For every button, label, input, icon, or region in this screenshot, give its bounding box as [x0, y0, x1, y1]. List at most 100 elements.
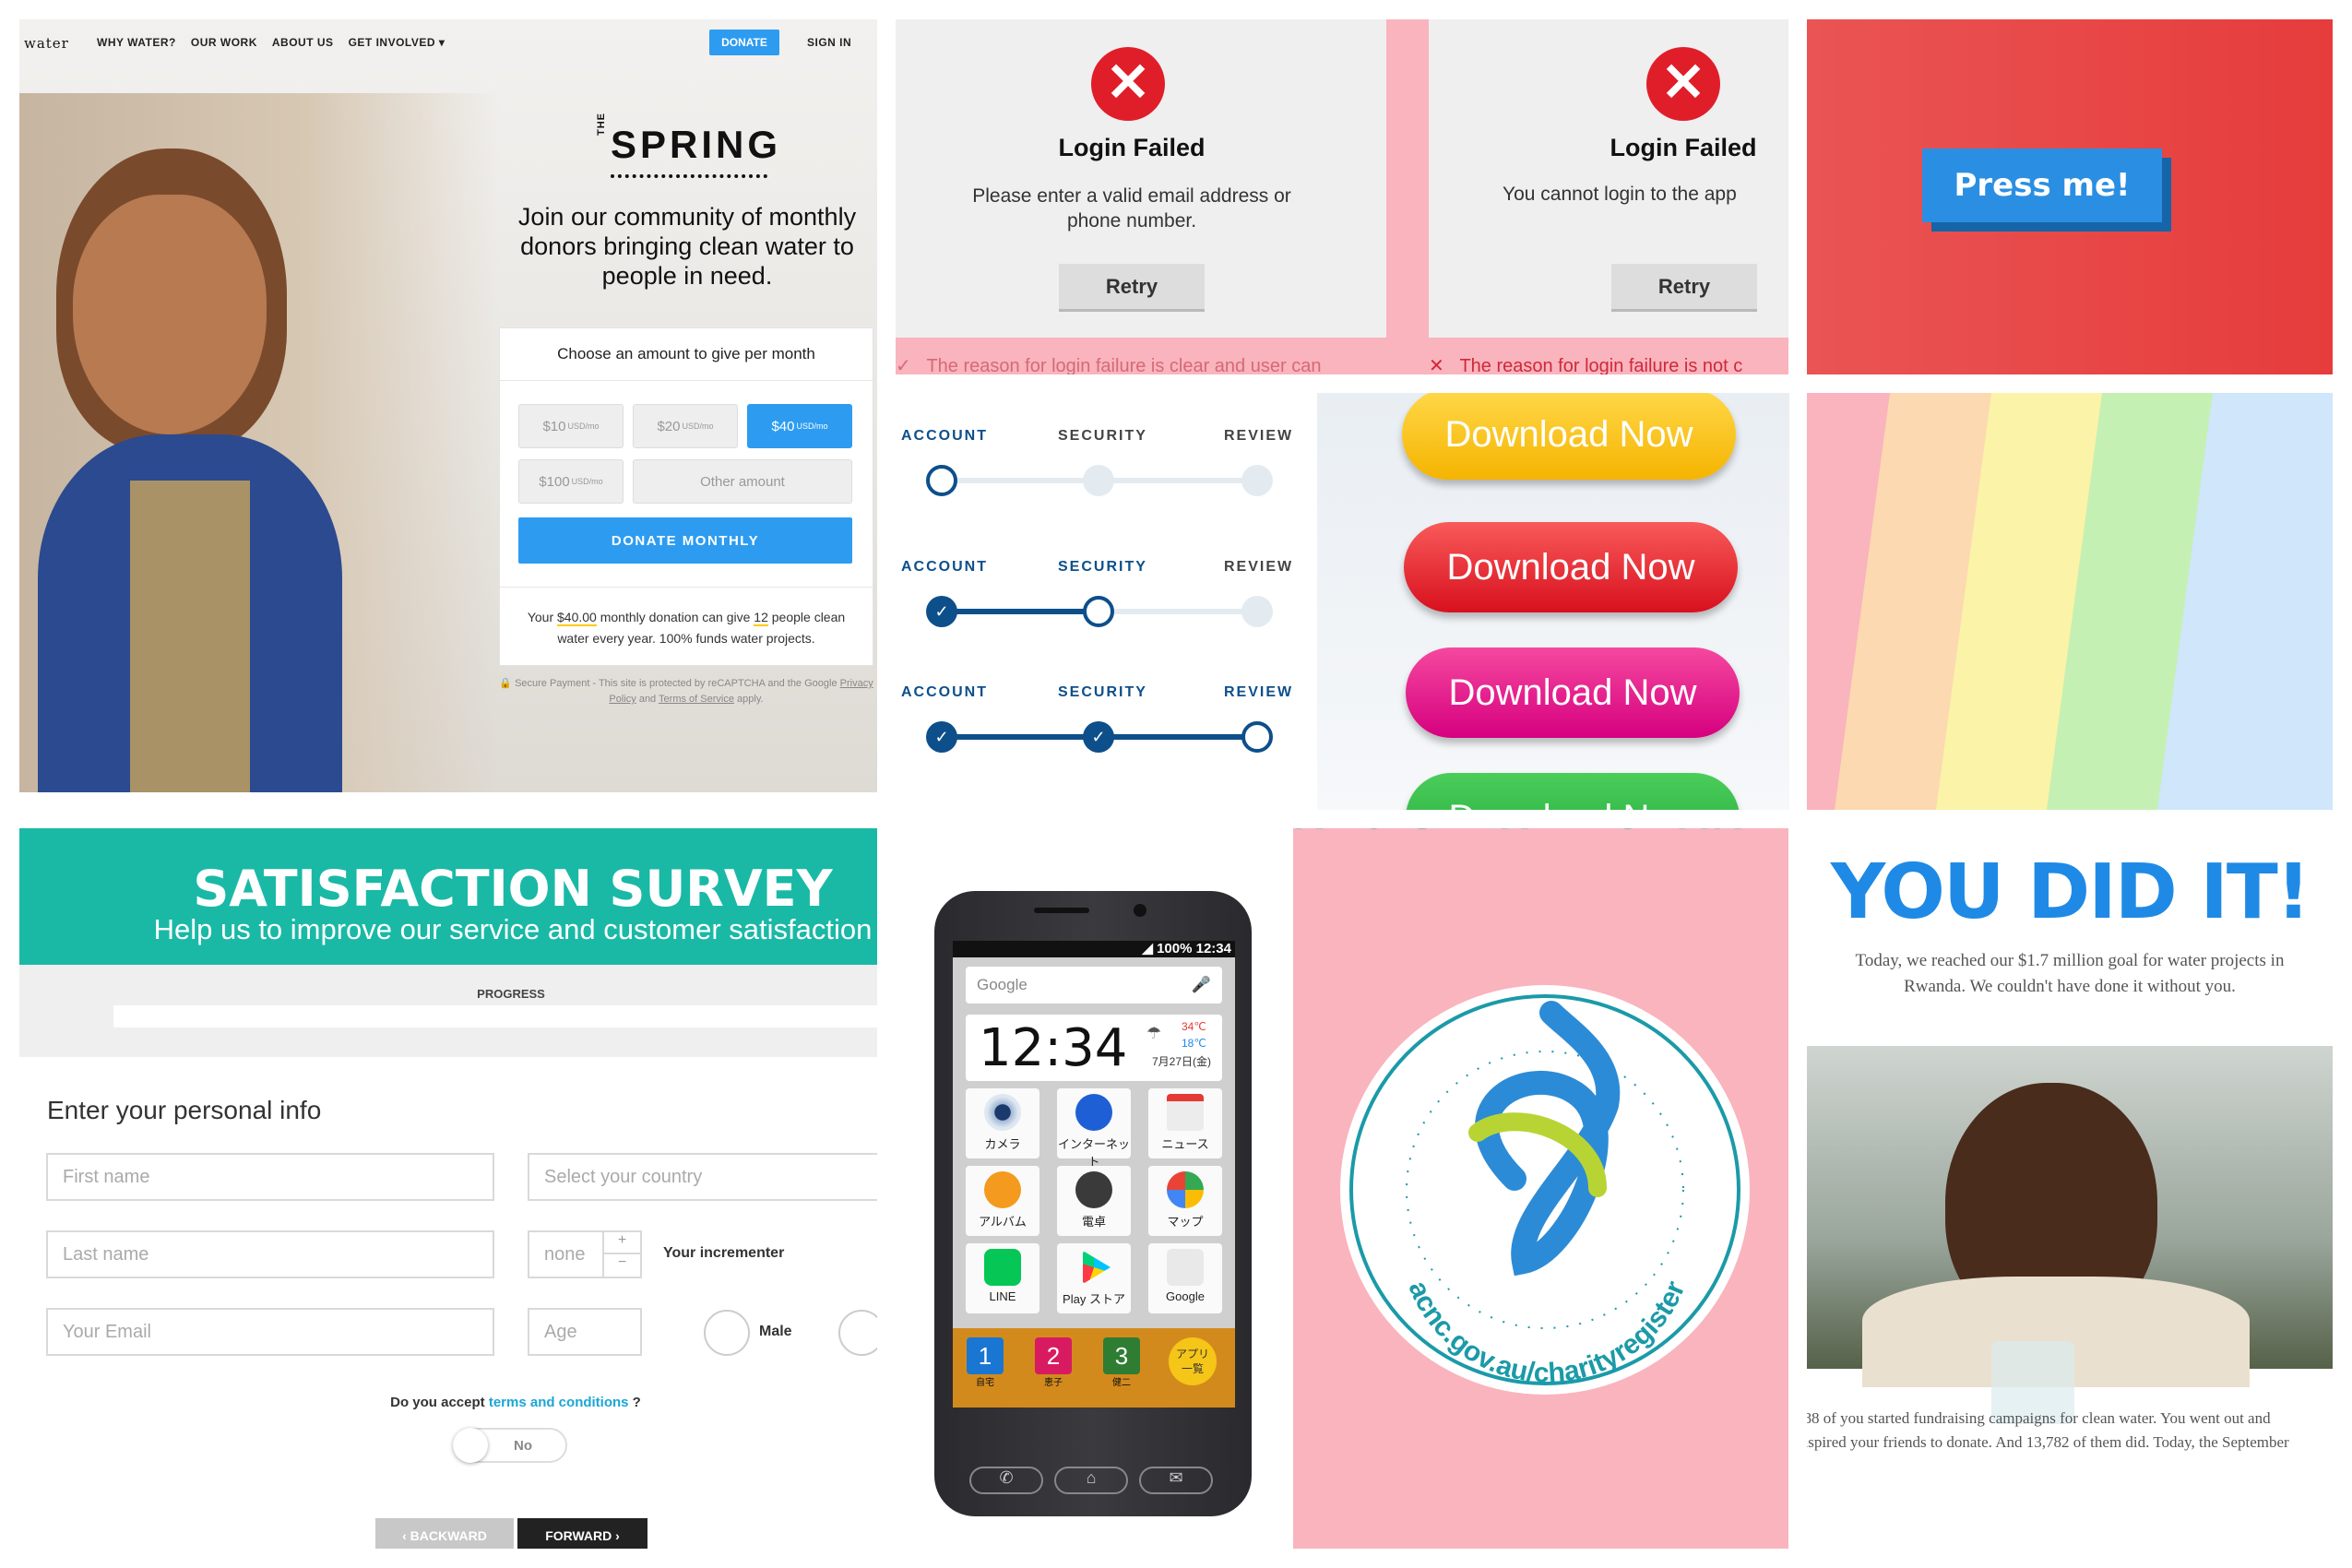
email-field[interactable]: Your Email — [46, 1308, 494, 1356]
you-did-it-footer-1: 788 of you started fundraising campaigns… — [1807, 1409, 2271, 1427]
charity-seal: REGISTERED CHARITY acnc.gov.au/charityre… — [1293, 828, 1788, 1395]
globe-icon — [1075, 1094, 1112, 1131]
news-icon — [1167, 1094, 1204, 1131]
boy-photo — [1807, 1046, 2333, 1424]
you-did-it-title: YOU DID IT! — [1830, 849, 2310, 936]
app-camera[interactable]: カメラ — [966, 1088, 1039, 1158]
phone-dock: 1 自宅 2 恵子 3 健二 アプリ 一覧 — [953, 1328, 1235, 1408]
survey-subtitle: Help us to improve our service and custo… — [153, 913, 873, 945]
step-complete-check-icon[interactable]: ✓ — [1083, 721, 1114, 753]
error-x-icon: ✕ — [1646, 47, 1720, 121]
download-button-magenta[interactable]: Download Now — [1406, 647, 1740, 738]
step-pending-dot[interactable] — [1241, 465, 1273, 496]
backward-button[interactable]: ‹ BACKWARD — [375, 1518, 514, 1549]
stepper-panel: ACCOUNT SECURITY REVIEW ACCOUNT SECURITY REVI… — [896, 393, 1315, 810]
amount-100[interactable]: $100 USD/mo — [518, 459, 624, 504]
amount-20[interactable]: $20 USD/mo — [633, 404, 738, 448]
retry-button[interactable]: Retry — [1059, 264, 1205, 312]
app-internet[interactable]: インターネット — [1057, 1088, 1131, 1169]
google-search-bar[interactable]: Google 🎤 — [966, 967, 1222, 1004]
app-google-folder[interactable]: Google — [1148, 1243, 1222, 1313]
charity-top-text: REGISTERED CHARITY — [1293, 828, 1788, 837]
progress-bar — [113, 1005, 877, 1028]
temp-high: 34℃ — [1182, 1020, 1206, 1033]
terms-link[interactable]: terms and conditions — [489, 1395, 629, 1410]
download-button-green[interactable]: Download Now — [1406, 773, 1740, 810]
calculator-icon — [1075, 1171, 1112, 1208]
increment-button[interactable]: + — [604, 1232, 640, 1254]
site-logo[interactable]: water — [24, 35, 69, 52]
age-field[interactable]: Age — [528, 1308, 642, 1356]
nav-why-water[interactable]: WHY WATER? — [97, 36, 176, 49]
step-connector — [1099, 734, 1257, 740]
login-card-bad: ✕ Login Failed You cannot login to the a… — [1429, 19, 1788, 338]
dock-contact-3[interactable]: 3 健二 — [1099, 1337, 1145, 1388]
login-card-good: ✕ Login Failed Please enter a valid emai… — [896, 19, 1386, 338]
step-current-dot[interactable] — [926, 465, 957, 496]
dock-contact-1[interactable]: 1 自宅 — [962, 1337, 1008, 1388]
home-key-icon[interactable]: ⌂ — [1054, 1467, 1128, 1494]
google-apps-icon — [1167, 1249, 1204, 1286]
first-name-field[interactable]: First name — [46, 1153, 494, 1201]
app-calculator[interactable]: 電卓 — [1057, 1166, 1131, 1236]
step-complete-check-icon[interactable]: ✓ — [926, 596, 957, 627]
step-label-security: SECURITY — [1058, 684, 1147, 700]
country-select[interactable]: Select your country — [528, 1153, 877, 1201]
mail-key-icon[interactable]: ✉ — [1139, 1467, 1213, 1494]
mic-icon[interactable]: 🎤 — [1192, 967, 1211, 1004]
donate-monthly-button[interactable]: DONATE MONTHLY — [518, 517, 852, 564]
female-radio[interactable] — [838, 1310, 877, 1356]
step-label-account: ACCOUNT — [901, 684, 988, 700]
cross-icon: ✕ — [1429, 356, 1444, 374]
step-complete-check-icon[interactable]: ✓ — [926, 721, 957, 753]
retry-button[interactable]: Retry — [1611, 264, 1757, 312]
donate-button[interactable]: DONATE — [709, 30, 779, 55]
forward-button[interactable]: FORWARD › — [517, 1518, 647, 1549]
terms-toggle[interactable]: No — [453, 1428, 567, 1463]
clock-widget: 12:34 ☂ 34℃ 18℃ 7月27日(金) — [966, 1015, 1222, 1081]
satisfaction-survey-panel: SATISFACTION SURVEY Help us to improve o… — [19, 828, 877, 1549]
download-button-yellow[interactable]: Download Now — [1402, 393, 1736, 480]
secure-payment-note: 🔒 Secure Payment - This site is protecte… — [499, 678, 873, 705]
section-heading: Enter your personal info — [47, 1096, 322, 1124]
nav-about-us[interactable]: ABOUT US — [272, 36, 334, 49]
decrement-button[interactable]: − — [604, 1254, 640, 1275]
step-pending-dot[interactable] — [1083, 465, 1114, 496]
terms-link[interactable]: Terms of Service — [659, 694, 734, 705]
step-pending-dot[interactable] — [1241, 596, 1273, 627]
nav-get-involved[interactable]: GET INVOLVED ▾ — [349, 36, 445, 49]
app-play-store[interactable]: Play ストア — [1057, 1243, 1131, 1313]
amount-40-selected[interactable]: $40 USD/mo — [747, 404, 852, 448]
temp-low: 18℃ — [1182, 1037, 1206, 1050]
you-did-it-body: Today, we reached our $1.7 million goal … — [1855, 951, 2285, 996]
app-maps[interactable]: マップ — [1148, 1166, 1222, 1236]
download-button-red[interactable]: Download Now — [1404, 522, 1738, 612]
call-key-icon[interactable]: ✆ — [969, 1467, 1043, 1494]
other-amount-input[interactable]: Other amount — [633, 459, 852, 504]
dock-all-apps[interactable]: アプリ 一覧 — [1169, 1337, 1217, 1385]
step-label-review: REVIEW — [1224, 559, 1294, 575]
step-current-dot[interactable] — [1241, 721, 1273, 753]
app-line[interactable]: LINE — [966, 1243, 1039, 1313]
amount-10[interactable]: $10 USD/mo — [518, 404, 624, 448]
press-me-button[interactable]: Press me! — [1922, 148, 2162, 222]
app-album[interactable]: アルバム — [966, 1166, 1039, 1236]
play-store-icon — [1083, 1251, 1111, 1284]
dock-contact-2[interactable]: 2 恵子 — [1030, 1337, 1076, 1388]
male-radio[interactable] — [704, 1310, 750, 1356]
step-current-dot[interactable] — [1083, 596, 1114, 627]
app-news[interactable]: ニュース — [1148, 1088, 1222, 1158]
incrementer-label: Your incrementer — [663, 1245, 785, 1261]
nav-our-work[interactable]: OUR WORK — [191, 36, 257, 49]
male-label: Male — [759, 1324, 792, 1339]
you-did-it-footer-2: inspired your friends to donate. And 13,… — [1807, 1433, 2289, 1451]
spring-title: SPRING — [611, 123, 782, 166]
last-name-field[interactable]: Last name — [46, 1230, 494, 1278]
progress-label: PROGRESS — [477, 987, 545, 1001]
incrementer-controls: + − — [602, 1232, 640, 1277]
step-label-account: ACCOUNT — [901, 559, 988, 575]
map-pin-icon — [1167, 1171, 1204, 1208]
sign-in-link[interactable]: SIGN IN — [807, 36, 851, 49]
terms-question: Do you accept terms and conditions ? — [390, 1395, 641, 1410]
step-label-account: ACCOUNT — [901, 428, 988, 444]
